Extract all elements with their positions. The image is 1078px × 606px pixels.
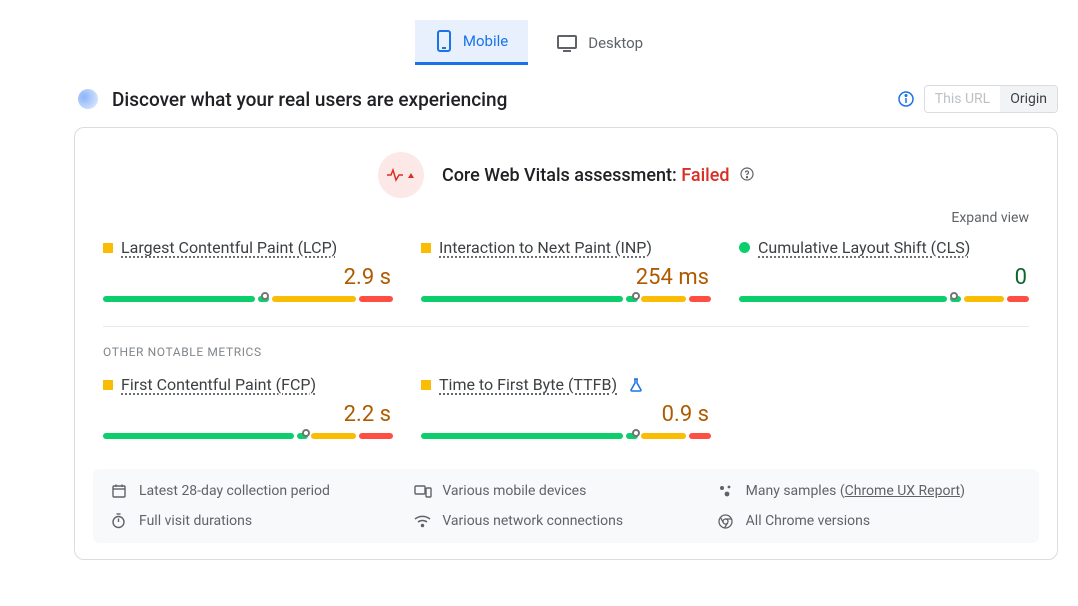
metric-inp-name: Interaction to Next Paint (INP): [439, 238, 652, 257]
assessment-label: Core Web Vitals assessment:: [442, 165, 677, 186]
scope-origin[interactable]: Origin: [1000, 86, 1057, 112]
footer-period: Latest 28-day collection period: [111, 483, 414, 499]
status-square-icon: [103, 380, 113, 390]
metric-fcp[interactable]: First Contentful Paint (FCP) 2.2 s: [89, 375, 407, 439]
calendar-icon: [111, 483, 129, 499]
desktop-icon: [556, 34, 578, 52]
metric-inp[interactable]: Interaction to Next Paint (INP) 254 ms: [407, 238, 725, 302]
assessment-row: Core Web Vitals assessment: Failed: [89, 152, 1043, 198]
footer-networks: Various network connections: [414, 513, 717, 529]
metric-cls[interactable]: Cumulative Layout Shift (CLS) 0: [725, 238, 1043, 302]
metric-lcp[interactable]: Largest Contentful Paint (LCP) 2.9 s: [89, 238, 407, 302]
metric-cls-name: Cumulative Layout Shift (CLS): [758, 238, 970, 257]
mobile-icon: [435, 30, 453, 52]
assessment-status: Failed: [681, 165, 729, 186]
other-metrics-label: OTHER NOTABLE METRICS: [89, 341, 1043, 375]
metric-ttfb-value: 0.9 s: [421, 394, 711, 431]
info-icon[interactable]: [898, 91, 914, 107]
metric-empty: [725, 375, 1043, 439]
users-icon: [78, 89, 98, 109]
experimental-icon: [629, 378, 643, 392]
devices-icon: [414, 484, 432, 498]
footer-info: Latest 28-day collection period Various …: [93, 469, 1039, 543]
metric-cls-value: 0: [739, 257, 1029, 294]
vitals-card: Core Web Vitals assessment: Failed Expan…: [74, 127, 1058, 560]
page-title: Discover what your real users are experi…: [112, 88, 507, 111]
metric-lcp-value: 2.9 s: [103, 257, 393, 294]
device-tabs: Mobile Desktop: [0, 0, 1078, 75]
footer-versions: All Chrome versions: [718, 513, 1021, 529]
footer-samples: Many samples (Chrome UX Report): [718, 483, 1021, 499]
divider: [103, 326, 1029, 327]
metric-fcp-bar: [103, 433, 393, 439]
status-circle-icon: [739, 242, 750, 253]
metric-ttfb[interactable]: Time to First Byte (TTFB) 0.9 s: [407, 375, 725, 439]
footer-devices: Various mobile devices: [414, 483, 717, 499]
fail-badge-icon: [378, 152, 424, 198]
footer-durations: Full visit durations: [111, 513, 414, 529]
tab-desktop[interactable]: Desktop: [536, 20, 663, 65]
wifi-icon: [414, 515, 432, 528]
metric-fcp-name: First Contentful Paint (FCP): [121, 375, 316, 394]
crux-report-link[interactable]: Chrome UX Report: [845, 483, 960, 499]
status-square-icon: [421, 380, 431, 390]
metric-cls-bar: [739, 296, 1029, 302]
metric-inp-bar: [421, 296, 711, 302]
status-square-icon: [103, 243, 113, 253]
scope-toggle: This URL Origin: [924, 85, 1058, 113]
header-row: Discover what your real users are experi…: [0, 75, 1078, 119]
scope-this-url[interactable]: This URL: [925, 86, 1000, 112]
tab-desktop-label: Desktop: [588, 34, 643, 52]
samples-icon: [718, 484, 736, 498]
core-metrics-row: Largest Contentful Paint (LCP) 2.9 s Int…: [89, 238, 1043, 316]
tab-mobile-label: Mobile: [463, 32, 508, 50]
help-icon[interactable]: [740, 167, 754, 181]
stopwatch-icon: [111, 513, 129, 529]
metric-ttfb-bar: [421, 433, 711, 439]
metric-lcp-bar: [103, 296, 393, 302]
chrome-icon: [718, 514, 736, 529]
assessment-text: Core Web Vitals assessment: Failed: [442, 165, 754, 186]
tab-mobile[interactable]: Mobile: [415, 20, 528, 65]
metric-inp-value: 254 ms: [421, 257, 711, 294]
metric-ttfb-name: Time to First Byte (TTFB): [439, 375, 617, 394]
status-square-icon: [421, 243, 431, 253]
metric-fcp-value: 2.2 s: [103, 394, 393, 431]
metric-lcp-name: Largest Contentful Paint (LCP): [121, 238, 337, 257]
expand-view-link[interactable]: Expand view: [89, 202, 1043, 238]
other-metrics-row: First Contentful Paint (FCP) 2.2 s Time …: [89, 375, 1043, 453]
